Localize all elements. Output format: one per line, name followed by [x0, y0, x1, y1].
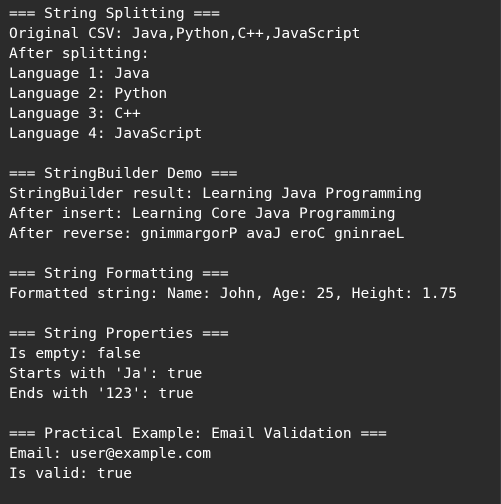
- output-line-is-empty: Is empty: false: [9, 345, 141, 362]
- output-line-starts-with: Starts with 'Ja': true: [9, 365, 203, 382]
- output-line-language-4: Language 4: JavaScript: [9, 125, 203, 142]
- output-line-is-valid: Is valid: true: [9, 465, 133, 482]
- section-header-stringbuilder-demo: === StringBuilder Demo ===: [9, 165, 238, 182]
- output-line-language-1: Language 1: Java: [9, 65, 150, 82]
- output-line-formatted-string: Formatted string: Name: John, Age: 25, H…: [9, 285, 458, 302]
- output-line-after-reverse: After reverse: gnimmargorP avaJ eroC gni…: [9, 225, 405, 242]
- output-line-language-2: Language 2: Python: [9, 85, 168, 102]
- output-line-after-insert: After insert: Learning Core Java Program…: [9, 205, 396, 222]
- output-line-after-splitting: After splitting:: [9, 45, 150, 62]
- console-output-panel[interactable]: === String Splitting === Original CSV: J…: [0, 0, 501, 504]
- output-line-ends-with: Ends with '123': true: [9, 385, 194, 402]
- output-line-language-3: Language 3: C++: [9, 105, 141, 122]
- section-header-string-properties: === String Properties ===: [9, 325, 229, 342]
- section-header-email-validation: === Practical Example: Email Validation …: [9, 425, 387, 442]
- output-line-email: Email: user@example.com: [9, 445, 212, 462]
- section-header-string-formatting: === String Formatting ===: [9, 265, 229, 282]
- section-header-string-splitting: === String Splitting ===: [9, 5, 220, 22]
- output-line-original-csv: Original CSV: Java,Python,C++,JavaScript: [9, 25, 361, 42]
- output-line-stringbuilder-result: StringBuilder result: Learning Java Prog…: [9, 185, 422, 202]
